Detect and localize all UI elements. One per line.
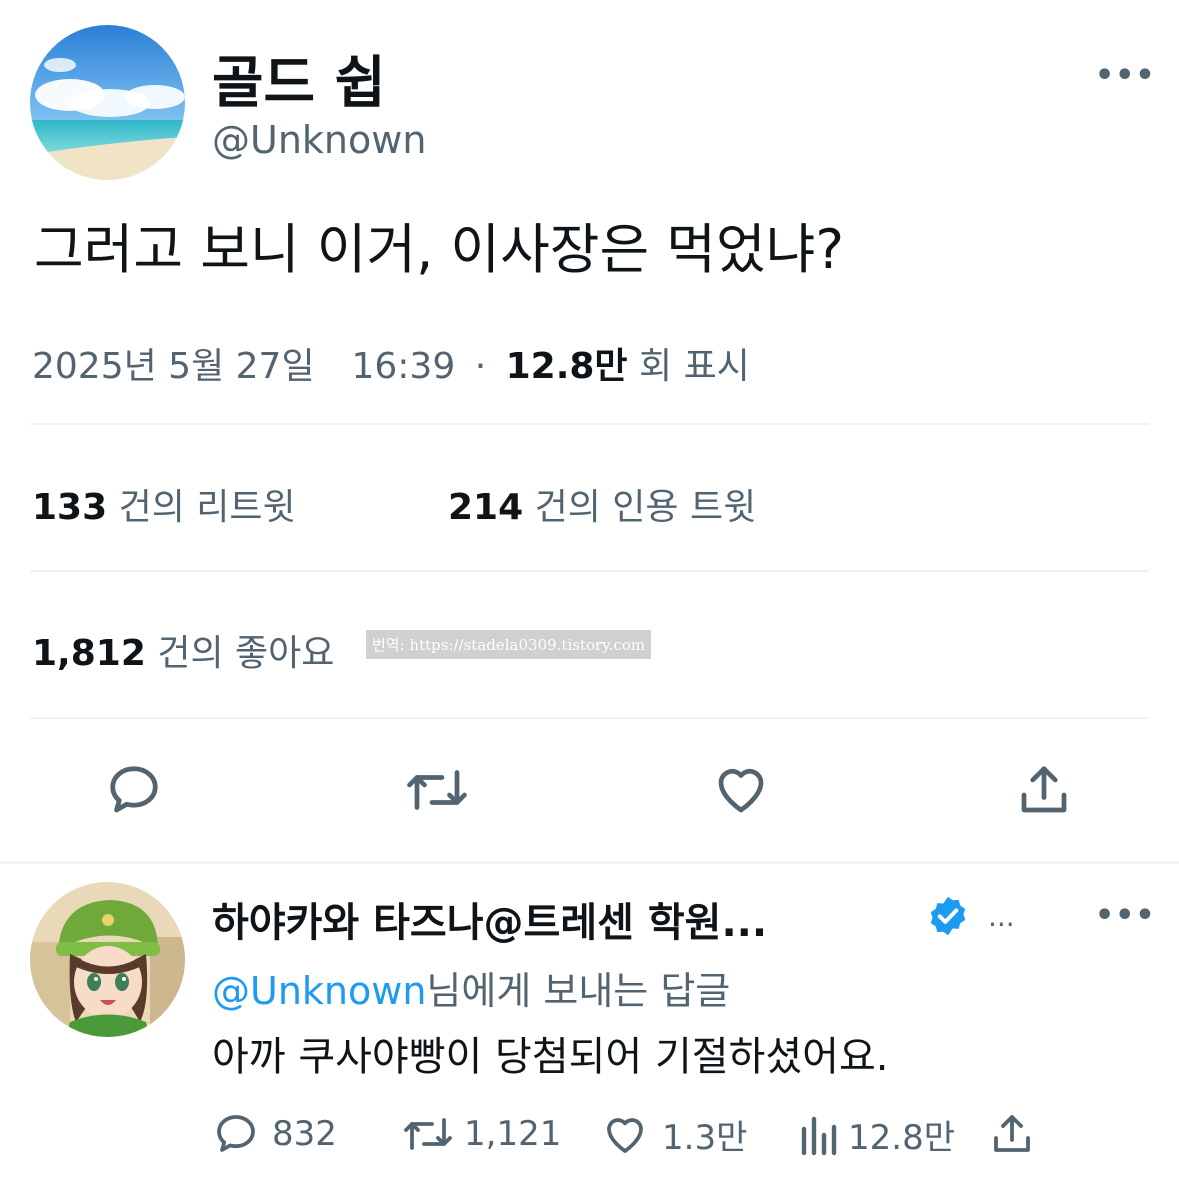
tweet-text: 그러고 보니 이거, 이사장은 먹었냐? [34, 218, 845, 281]
quotes-label: 건의 인용 트윗 [534, 487, 757, 528]
reply-to-handle[interactable]: @Unknown [212, 969, 426, 1013]
beach-avatar-image [30, 25, 185, 180]
meta-separator: · [474, 346, 487, 387]
views-count: 12.8만 [505, 346, 628, 387]
views-label: 회 표시 [639, 346, 750, 387]
more-options-button[interactable]: ••• [1095, 58, 1156, 93]
reply-more-options-button[interactable]: ••• [1095, 898, 1156, 933]
reply-author-name[interactable]: 하야카와 타즈나@트레센 학원... [212, 890, 767, 948]
character-avatar-image [30, 882, 185, 1037]
author-name[interactable]: 골드 쉽 [212, 38, 386, 119]
likes-label: 건의 좋아요 [157, 633, 335, 674]
divider [30, 570, 1149, 572]
reply-text: 아까 쿠사야빵이 당첨되어 기절하셨어요. [212, 1034, 889, 1080]
tweet-meta: 2025년 5월 27일 16:39 · 12.8만 회 표시 [32, 337, 750, 389]
like-icon[interactable] [710, 760, 772, 820]
retweets-stat[interactable]: 133 건의 리트윗 [32, 478, 296, 530]
views-icon [798, 1111, 842, 1159]
quotes-count: 214 [448, 487, 524, 528]
like-icon [600, 1111, 650, 1159]
like-count: 1.3만 [662, 1118, 748, 1158]
divider [30, 717, 1149, 719]
tweet-date[interactable]: 2025년 5월 27일 [32, 346, 315, 387]
views-count: 12.8만 [848, 1118, 955, 1158]
reply-replies-action[interactable]: 832 [212, 1110, 337, 1158]
reply-to-suffix: 님에게 보내는 답글 [426, 969, 731, 1013]
reply-count: 832 [272, 1114, 337, 1154]
reply-more-inline: ... [988, 900, 1015, 933]
author-avatar[interactable] [30, 25, 185, 180]
reply-author-avatar[interactable] [30, 882, 185, 1037]
reply-icon [212, 1110, 260, 1158]
reply-icon[interactable] [104, 760, 164, 820]
reply-retweets-action[interactable]: 1,121 [400, 1110, 561, 1158]
likes-stat[interactable]: 1,812 건의 좋아요 [32, 624, 334, 676]
retweet-count: 1,121 [464, 1114, 562, 1154]
section-separator [0, 861, 1179, 864]
retweet-icon [400, 1110, 456, 1158]
retweets-count: 133 [32, 487, 108, 528]
translation-watermark: 번역: https://stadela0309.tistory.com [366, 630, 652, 659]
retweet-icon[interactable] [404, 760, 470, 820]
tweet-time[interactable]: 16:39 [351, 346, 455, 387]
share-icon[interactable] [1014, 760, 1074, 820]
retweets-label: 건의 리트윗 [118, 487, 296, 528]
reply-likes-action[interactable]: 1.3만 [600, 1110, 747, 1159]
share-icon[interactable] [988, 1110, 1036, 1158]
reply-views-action[interactable]: 12.8만 [798, 1110, 955, 1159]
quotes-stat[interactable]: 214 건의 인용 트윗 [448, 478, 756, 530]
author-handle[interactable]: @Unknown [212, 118, 426, 162]
divider [30, 423, 1149, 425]
likes-count: 1,812 [32, 633, 146, 674]
reply-context: @Unknown님에게 보내는 답글 [212, 960, 730, 1015]
verified-badge-icon [926, 894, 970, 938]
